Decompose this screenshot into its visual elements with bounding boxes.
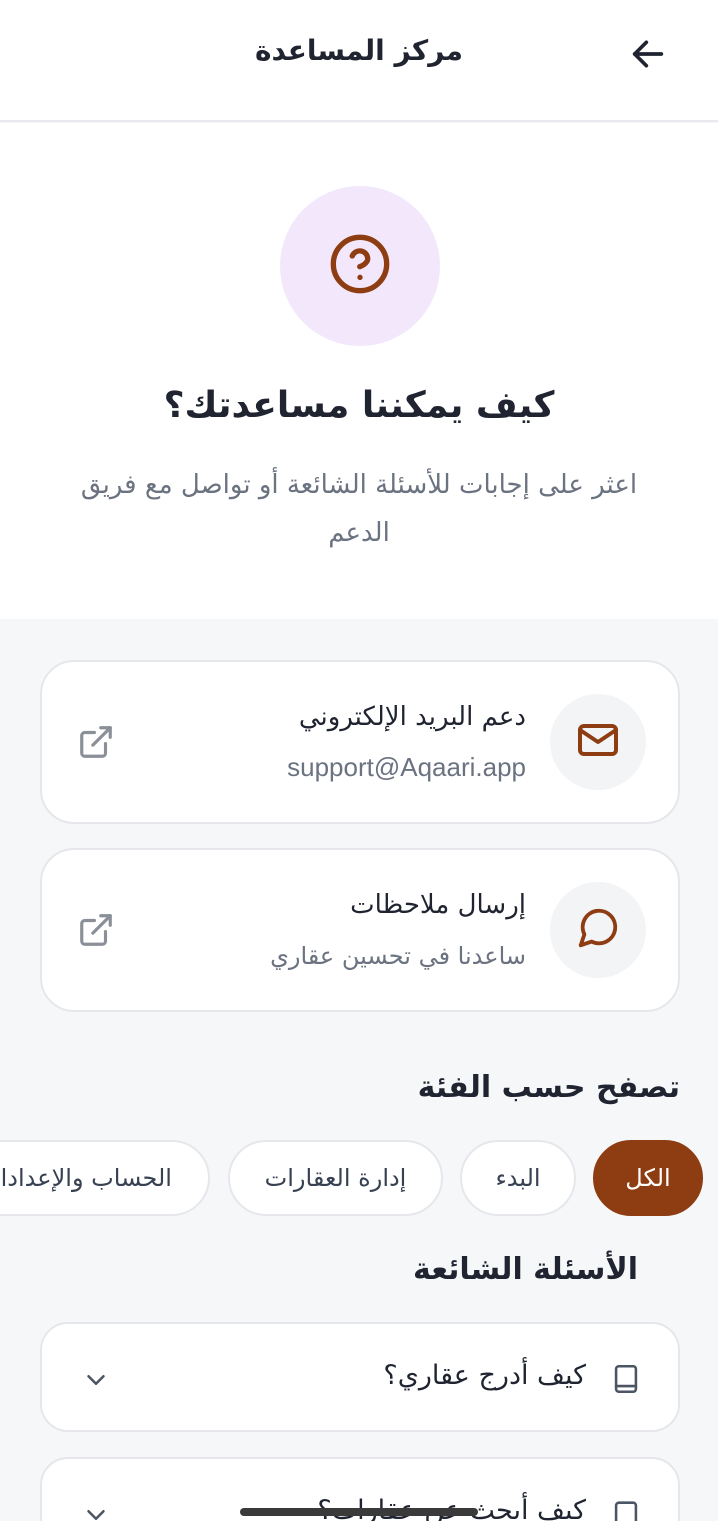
- home-indicator[interactable]: [240, 1508, 478, 1516]
- chip-account-settings[interactable]: الحساب والإعدادات: [0, 1140, 210, 1216]
- external-link-icon: [76, 910, 116, 950]
- hero-subtitle: اعثر على إجابات للأسئلة الشائعة أو تواصل…: [80, 470, 638, 548]
- back-button[interactable]: [622, 32, 674, 80]
- card-icon-circle: [550, 882, 646, 978]
- page-title: مركز المساعدة: [255, 34, 463, 67]
- app-header: مركز المساعدة: [0, 0, 718, 122]
- message-circle-icon: [575, 905, 621, 955]
- book-icon: [608, 1360, 644, 1398]
- card-icon-circle: [550, 694, 646, 790]
- chip-all[interactable]: الكل: [593, 1140, 703, 1216]
- hero-icon-circle: [280, 186, 440, 346]
- categories-heading: تصفح حسب الفئة: [417, 1070, 680, 1105]
- card-subtitle: ساعدنا في تحسين عقاري: [270, 942, 526, 970]
- card-title: إرسال ملاحظات: [350, 890, 526, 920]
- support-email: support@Aqaari.app: [287, 752, 526, 782]
- hero-section: كيف يمكننا مساعدتك؟ اعثر على إجابات للأس…: [0, 123, 718, 619]
- card-title: دعم البريد الإلكتروني: [298, 702, 526, 732]
- category-chips: الكل البدء إدارة العقارات الحساب والإعدا…: [0, 1140, 718, 1216]
- chip-property-management[interactable]: إدارة العقارات: [228, 1140, 443, 1216]
- arrow-left-icon: [628, 34, 668, 78]
- square-icon: [608, 1495, 644, 1521]
- hero-title: كيف يمكننا مساعدتك؟: [163, 385, 555, 426]
- chip-getting-started[interactable]: البدء: [460, 1140, 576, 1216]
- email-support-card[interactable]: دعم البريد الإلكتروني support@Aqaari.app: [40, 660, 680, 824]
- chevron-down-icon: [78, 1497, 114, 1521]
- help-circle-icon: [328, 232, 392, 300]
- faq-item[interactable]: كيف أدرج عقاري؟: [40, 1322, 680, 1432]
- send-feedback-card[interactable]: إرسال ملاحظات ساعدنا في تحسين عقاري: [40, 848, 680, 1012]
- faq-heading: الأسئلة الشائعة: [413, 1252, 638, 1287]
- mail-icon: [574, 716, 622, 768]
- chevron-down-icon: [78, 1362, 114, 1398]
- faq-question: كيف أدرج عقاري؟: [383, 1360, 586, 1391]
- external-link-icon: [76, 722, 116, 762]
